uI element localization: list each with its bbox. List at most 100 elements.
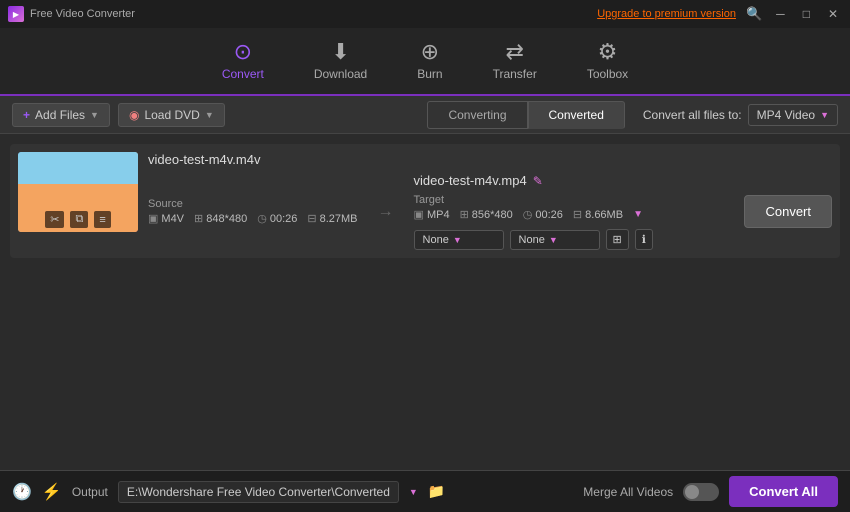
source-resolution: 848*480 bbox=[206, 213, 247, 225]
resolution-icon: ⊞ bbox=[194, 212, 203, 225]
maximize-button[interactable]: □ bbox=[799, 7, 814, 21]
title-bar-controls: Upgrade to premium version 🔍 ─ □ ✕ bbox=[597, 6, 842, 22]
effect2-arrow: ▼ bbox=[549, 235, 558, 245]
thumbnail-overlay: ✂ ⧉ ≡ bbox=[18, 211, 138, 228]
target-format: MP4 bbox=[427, 209, 450, 221]
merge-icon-button[interactable]: ⊞ bbox=[606, 229, 629, 250]
download-icon: ⬇ bbox=[331, 41, 349, 63]
app-logo: ▶ bbox=[8, 6, 24, 22]
target-meta-row: Target ▣ MP4 ⊞ 856*480 bbox=[414, 194, 730, 221]
title-bar: ▶ Free Video Converter Upgrade to premiu… bbox=[0, 0, 850, 28]
cut-button[interactable]: ✂ bbox=[45, 211, 64, 228]
convert-all-section: Convert all files to: MP4 Video ▼ bbox=[643, 104, 838, 126]
source-format: M4V bbox=[161, 213, 184, 225]
tab-converting[interactable]: Converting bbox=[427, 101, 527, 129]
source-format-item: ▣ M4V bbox=[148, 212, 184, 225]
target-dur-icon: ◷ bbox=[523, 208, 533, 221]
effect2-select[interactable]: None ▼ bbox=[510, 230, 600, 250]
effect1-arrow: ▼ bbox=[453, 235, 462, 245]
app-title: Free Video Converter bbox=[30, 8, 135, 20]
target-resolution: 856*480 bbox=[472, 209, 513, 221]
tab-converting-label: Converting bbox=[448, 108, 506, 122]
nav-bar: ⊙ Convert ⬇ Download ⊕ Burn ⇄ Transfer ⚙… bbox=[0, 28, 850, 96]
effect2-value: None bbox=[519, 234, 545, 246]
search-icon[interactable]: 🔍 bbox=[746, 6, 762, 22]
tab-converted-label: Converted bbox=[549, 108, 604, 122]
nav-convert[interactable]: ⊙ Convert bbox=[222, 41, 264, 81]
transfer-icon: ⇄ bbox=[505, 41, 523, 63]
format-icon: ▣ bbox=[148, 212, 158, 225]
target-res-icon: ⊞ bbox=[460, 208, 469, 221]
clock-icon[interactable]: 🕐 bbox=[12, 482, 32, 502]
tab-converted[interactable]: Converted bbox=[528, 101, 625, 129]
copy-button[interactable]: ⧉ bbox=[70, 211, 88, 228]
format-arrow-icon: ▼ bbox=[820, 110, 829, 120]
toolbar: + Add Files ▼ ◉ Load DVD ▼ Converting Co… bbox=[0, 96, 850, 134]
target-dropdown-arrow[interactable]: ▼ bbox=[633, 209, 643, 220]
target-size-icon: ⊟ bbox=[573, 208, 582, 221]
folder-icon[interactable]: 📁 bbox=[428, 483, 445, 500]
nav-transfer[interactable]: ⇄ Transfer bbox=[493, 41, 537, 81]
add-files-button[interactable]: + Add Files ▼ bbox=[12, 103, 110, 127]
target-format-icon: ▣ bbox=[414, 208, 424, 221]
effect1-select[interactable]: None ▼ bbox=[414, 230, 504, 250]
source-size-item: ⊟ 8.27MB bbox=[307, 212, 357, 225]
burn-icon: ⊕ bbox=[421, 41, 439, 63]
edit-icon[interactable]: ✎ bbox=[533, 174, 543, 188]
convert-button[interactable]: Convert bbox=[744, 195, 832, 228]
source-label: Source bbox=[148, 198, 358, 210]
nav-transfer-label: Transfer bbox=[493, 67, 537, 81]
target-name-row: video-test-m4v.mp4 ✎ bbox=[414, 173, 730, 188]
output-label: Output bbox=[72, 485, 108, 499]
target-meta: ▣ MP4 ⊞ 856*480 ◷ 00:26 bbox=[414, 208, 643, 221]
source-duration-item: ◷ 00:26 bbox=[257, 212, 297, 225]
source-group: Source ▣ M4V ⊞ 848*480 ◷ 00:26 bbox=[148, 198, 358, 225]
nav-toolbox-label: Toolbox bbox=[587, 67, 628, 81]
list-button[interactable]: ≡ bbox=[94, 211, 110, 228]
target-group: Target ▣ MP4 ⊞ 856*480 bbox=[414, 194, 643, 221]
source-filename: video-test-m4v.m4v bbox=[148, 152, 832, 167]
source-meta: ▣ M4V ⊞ 848*480 ◷ 00:26 ⊟ bbox=[148, 212, 358, 225]
plus-icon: + bbox=[23, 108, 30, 122]
nav-download-label: Download bbox=[314, 67, 367, 81]
duration-icon: ◷ bbox=[257, 212, 267, 225]
load-dvd-button[interactable]: ◉ Load DVD ▼ bbox=[118, 103, 225, 127]
upgrade-link[interactable]: Upgrade to premium version bbox=[597, 8, 736, 20]
target-size: 8.66MB bbox=[585, 209, 623, 221]
output-path-arrow[interactable]: ▼ bbox=[409, 487, 418, 497]
target-duration-item: ◷ 00:26 bbox=[523, 208, 563, 221]
nav-burn[interactable]: ⊕ Burn bbox=[417, 41, 442, 81]
info-icon-button[interactable]: ℹ bbox=[635, 229, 653, 250]
target-duration: 00:26 bbox=[535, 209, 563, 221]
source-size: 8.27MB bbox=[320, 213, 358, 225]
effect-dropdown-row: None ▼ None ▼ ⊞ ℹ bbox=[414, 229, 730, 250]
nav-convert-label: Convert bbox=[222, 67, 264, 81]
file-info: video-test-m4v.m4v Source ▣ M4V ⊞ 848*48… bbox=[148, 152, 832, 250]
output-path: E:\Wondershare Free Video Converter\Conv… bbox=[118, 481, 399, 503]
close-button[interactable]: ✕ bbox=[824, 7, 842, 21]
effect1-value: None bbox=[423, 234, 449, 246]
load-dvd-label: Load DVD bbox=[144, 108, 199, 122]
target-resolution-item: ⊞ 856*480 bbox=[460, 208, 513, 221]
file-row: ✂ ⧉ ≡ video-test-m4v.m4v Source ▣ M4V bbox=[10, 144, 840, 258]
nav-toolbox[interactable]: ⚙ Toolbox bbox=[587, 41, 628, 81]
arrow-separator: → bbox=[373, 203, 399, 221]
bolt-icon[interactable]: ⚡ bbox=[42, 482, 62, 502]
minimize-button[interactable]: ─ bbox=[772, 7, 789, 21]
target-size-item: ⊟ 8.66MB bbox=[573, 208, 623, 221]
bottom-bar: 🕐 ⚡ Output E:\Wondershare Free Video Con… bbox=[0, 470, 850, 512]
merge-toggle[interactable] bbox=[683, 483, 719, 501]
main-content: ✂ ⧉ ≡ video-test-m4v.m4v Source ▣ M4V bbox=[0, 134, 850, 470]
target-format-item: ▣ MP4 bbox=[414, 208, 450, 221]
format-value: MP4 Video bbox=[757, 108, 815, 122]
nav-burn-label: Burn bbox=[417, 67, 442, 81]
convert-all-button[interactable]: Convert All bbox=[729, 476, 838, 507]
source-info-row: Source ▣ M4V ⊞ 848*480 ◷ 00:26 bbox=[148, 173, 832, 250]
tabs: Converting Converted bbox=[427, 101, 624, 129]
load-dvd-arrow: ▼ bbox=[205, 110, 214, 120]
toolbox-icon: ⚙ bbox=[598, 41, 618, 63]
dvd-icon: ◉ bbox=[129, 108, 139, 122]
format-select[interactable]: MP4 Video ▼ bbox=[748, 104, 838, 126]
add-files-label: Add Files bbox=[35, 108, 85, 122]
nav-download[interactable]: ⬇ Download bbox=[314, 41, 367, 81]
